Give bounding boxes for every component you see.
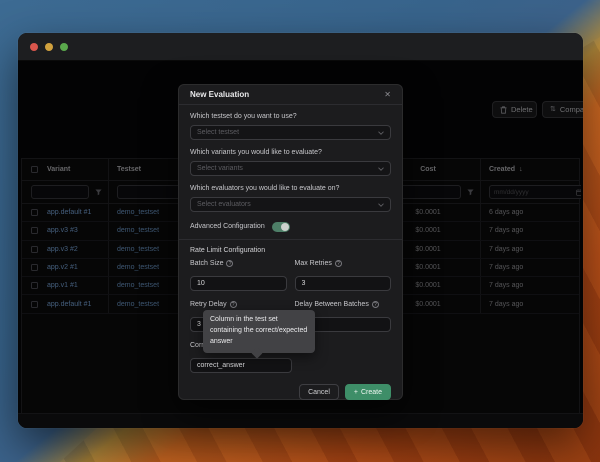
retry-delay-label: Retry Delay ? (190, 301, 287, 308)
info-icon[interactable]: ? (226, 260, 233, 267)
traffic-light-minimize-icon[interactable] (45, 43, 53, 51)
info-icon[interactable]: ? (372, 301, 379, 308)
variants-select-placeholder: Select variants (197, 165, 243, 172)
batch-size-input[interactable] (190, 276, 287, 291)
modal-footer: Cancel + Create (190, 384, 391, 400)
traffic-light-close-icon[interactable] (30, 43, 38, 51)
info-icon[interactable]: ? (230, 301, 237, 308)
modal-body: Which testset do you want to use? Select… (179, 105, 402, 400)
rate-limit-heading: Rate Limit Configuration (190, 247, 391, 254)
rate-limit-grid-1: Batch Size ? Max Retries ? (190, 260, 391, 291)
toggle-knob (281, 223, 289, 231)
testset-select[interactable]: Select testset (190, 125, 391, 140)
close-icon[interactable]: ✕ (384, 91, 391, 99)
traffic-light-zoom-icon[interactable] (60, 43, 68, 51)
chevron-down-icon (378, 131, 384, 135)
window-titlebar[interactable] (18, 33, 583, 61)
tooltip-text: Column in the test set containing the co… (210, 316, 307, 345)
delay-between-batches-label: Delay Between Batches ? (295, 301, 392, 308)
advanced-configuration-label: Advanced Configuration (190, 223, 265, 230)
info-icon[interactable]: ? (335, 260, 342, 267)
max-retries-label: Max Retries ? (295, 260, 392, 267)
evaluators-question-label: Which evaluators you would like to evalu… (190, 185, 391, 192)
chevron-down-icon (378, 203, 384, 207)
evaluators-select[interactable]: Select evaluators (190, 197, 391, 212)
max-retries-input[interactable] (295, 276, 392, 291)
new-evaluation-modal: New Evaluation ✕ Which testset do you wa… (178, 84, 403, 400)
modal-header: New Evaluation ✕ (179, 85, 402, 105)
section-divider (179, 239, 402, 240)
correct-answer-column-input[interactable] (190, 358, 292, 373)
batch-size-label: Batch Size ? (190, 260, 287, 267)
testset-question-label: Which testset do you want to use? (190, 113, 391, 120)
modal-title: New Evaluation (190, 90, 249, 99)
cancel-button[interactable]: Cancel (299, 384, 339, 400)
advanced-configuration-toggle[interactable] (272, 222, 290, 232)
variants-question-label: Which variants you would like to evaluat… (190, 149, 391, 156)
variants-select[interactable]: Select variants (190, 161, 391, 176)
plus-icon: + (354, 389, 358, 396)
create-button[interactable]: + Create (345, 384, 391, 400)
advanced-configuration-row: Advanced Configuration (190, 221, 391, 232)
chevron-down-icon (378, 167, 384, 171)
correct-answer-tooltip: Column in the test set containing the co… (203, 310, 315, 353)
evaluators-select-placeholder: Select evaluators (197, 201, 251, 208)
testset-select-placeholder: Select testset (197, 129, 239, 136)
